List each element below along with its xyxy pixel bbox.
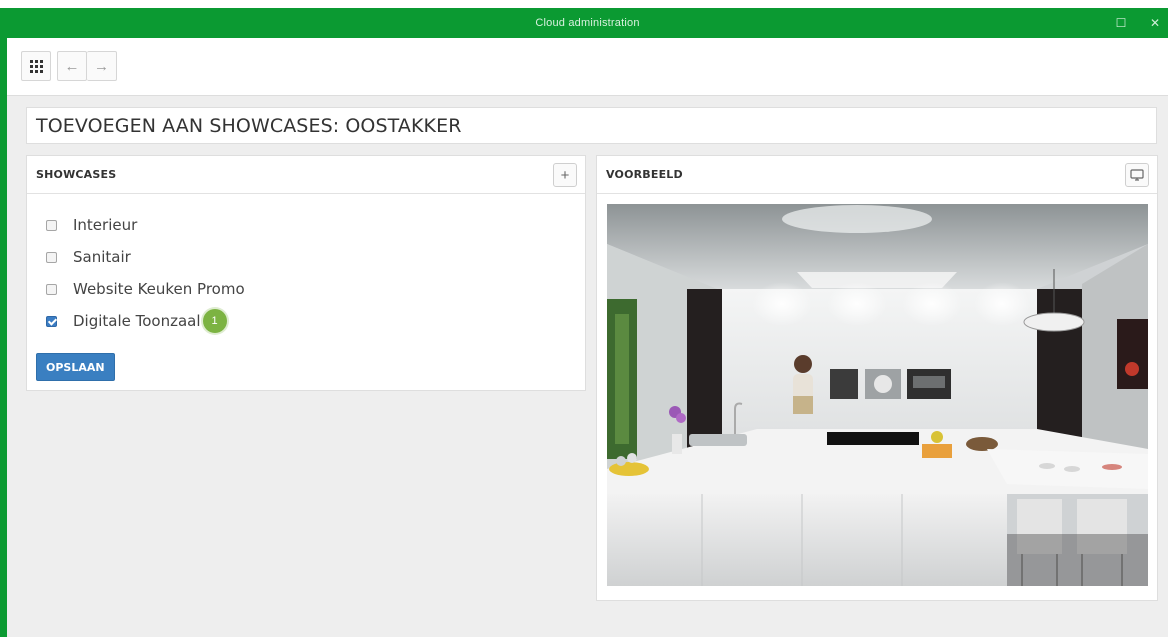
preview-panel: VOORBEELD bbox=[596, 155, 1158, 601]
back-button[interactable]: ← bbox=[57, 51, 87, 81]
monitor-icon bbox=[1130, 169, 1144, 181]
showcase-checkbox[interactable] bbox=[46, 219, 57, 231]
window-title: Cloud administration bbox=[535, 17, 640, 29]
showcases-panel: SHOWCASES + Interieur Sanitair Website K… bbox=[26, 155, 586, 391]
showcase-item-sanitair: Sanitair bbox=[46, 241, 585, 273]
kitchen-render-image bbox=[607, 204, 1148, 586]
showcase-list: Interieur Sanitair Website Keuken Promo … bbox=[27, 194, 585, 337]
showcase-checkbox[interactable] bbox=[46, 283, 57, 295]
fullscreen-preview-button[interactable] bbox=[1125, 163, 1149, 187]
showcase-item-digitale-toonzaal: Digitale Toonzaal 1 bbox=[46, 305, 585, 337]
title-bar: Cloud administration ☐ ✕ bbox=[7, 8, 1168, 38]
forward-button[interactable]: → bbox=[87, 51, 117, 81]
showcase-label[interactable]: Website Keuken Promo bbox=[73, 280, 245, 298]
apps-grid-button[interactable] bbox=[21, 51, 51, 81]
showcase-item-website-keuken-promo: Website Keuken Promo bbox=[46, 273, 585, 305]
showcases-panel-title: SHOWCASES bbox=[36, 168, 117, 181]
showcase-checkbox-checked[interactable] bbox=[46, 315, 57, 327]
plus-icon: + bbox=[560, 166, 570, 184]
showcase-label[interactable]: Sanitair bbox=[73, 248, 131, 266]
grid-icon bbox=[29, 59, 43, 73]
add-showcase-button[interactable]: + bbox=[553, 163, 577, 187]
showcase-label[interactable]: Digitale Toonzaal bbox=[73, 312, 201, 330]
arrow-right-icon: → bbox=[94, 57, 109, 75]
showcase-checkbox[interactable] bbox=[46, 251, 57, 263]
step-badge: 1 bbox=[202, 309, 227, 333]
save-button[interactable]: OPSLAAN bbox=[36, 353, 115, 381]
window-controls: ☐ ✕ bbox=[1114, 8, 1162, 38]
showcase-item-interieur: Interieur bbox=[46, 209, 585, 241]
showcases-panel-header: SHOWCASES + bbox=[27, 156, 585, 194]
preview-image bbox=[607, 204, 1148, 586]
preview-panel-title: VOORBEELD bbox=[606, 168, 683, 181]
close-button[interactable]: ✕ bbox=[1148, 16, 1162, 30]
arrow-left-icon: ← bbox=[64, 57, 80, 75]
app-window: Cloud administration ☐ ✕ ← → TOEVOEGEN A… bbox=[0, 8, 1168, 637]
toolbar: ← → bbox=[7, 38, 1168, 96]
showcase-label[interactable]: Interieur bbox=[73, 216, 137, 234]
page-title: TOEVOEGEN AAN SHOWCASES: OOSTAKKER bbox=[36, 114, 462, 137]
maximize-button[interactable]: ☐ bbox=[1114, 16, 1128, 30]
preview-panel-header: VOORBEELD bbox=[597, 156, 1157, 194]
page-header: TOEVOEGEN AAN SHOWCASES: OOSTAKKER bbox=[26, 107, 1157, 144]
